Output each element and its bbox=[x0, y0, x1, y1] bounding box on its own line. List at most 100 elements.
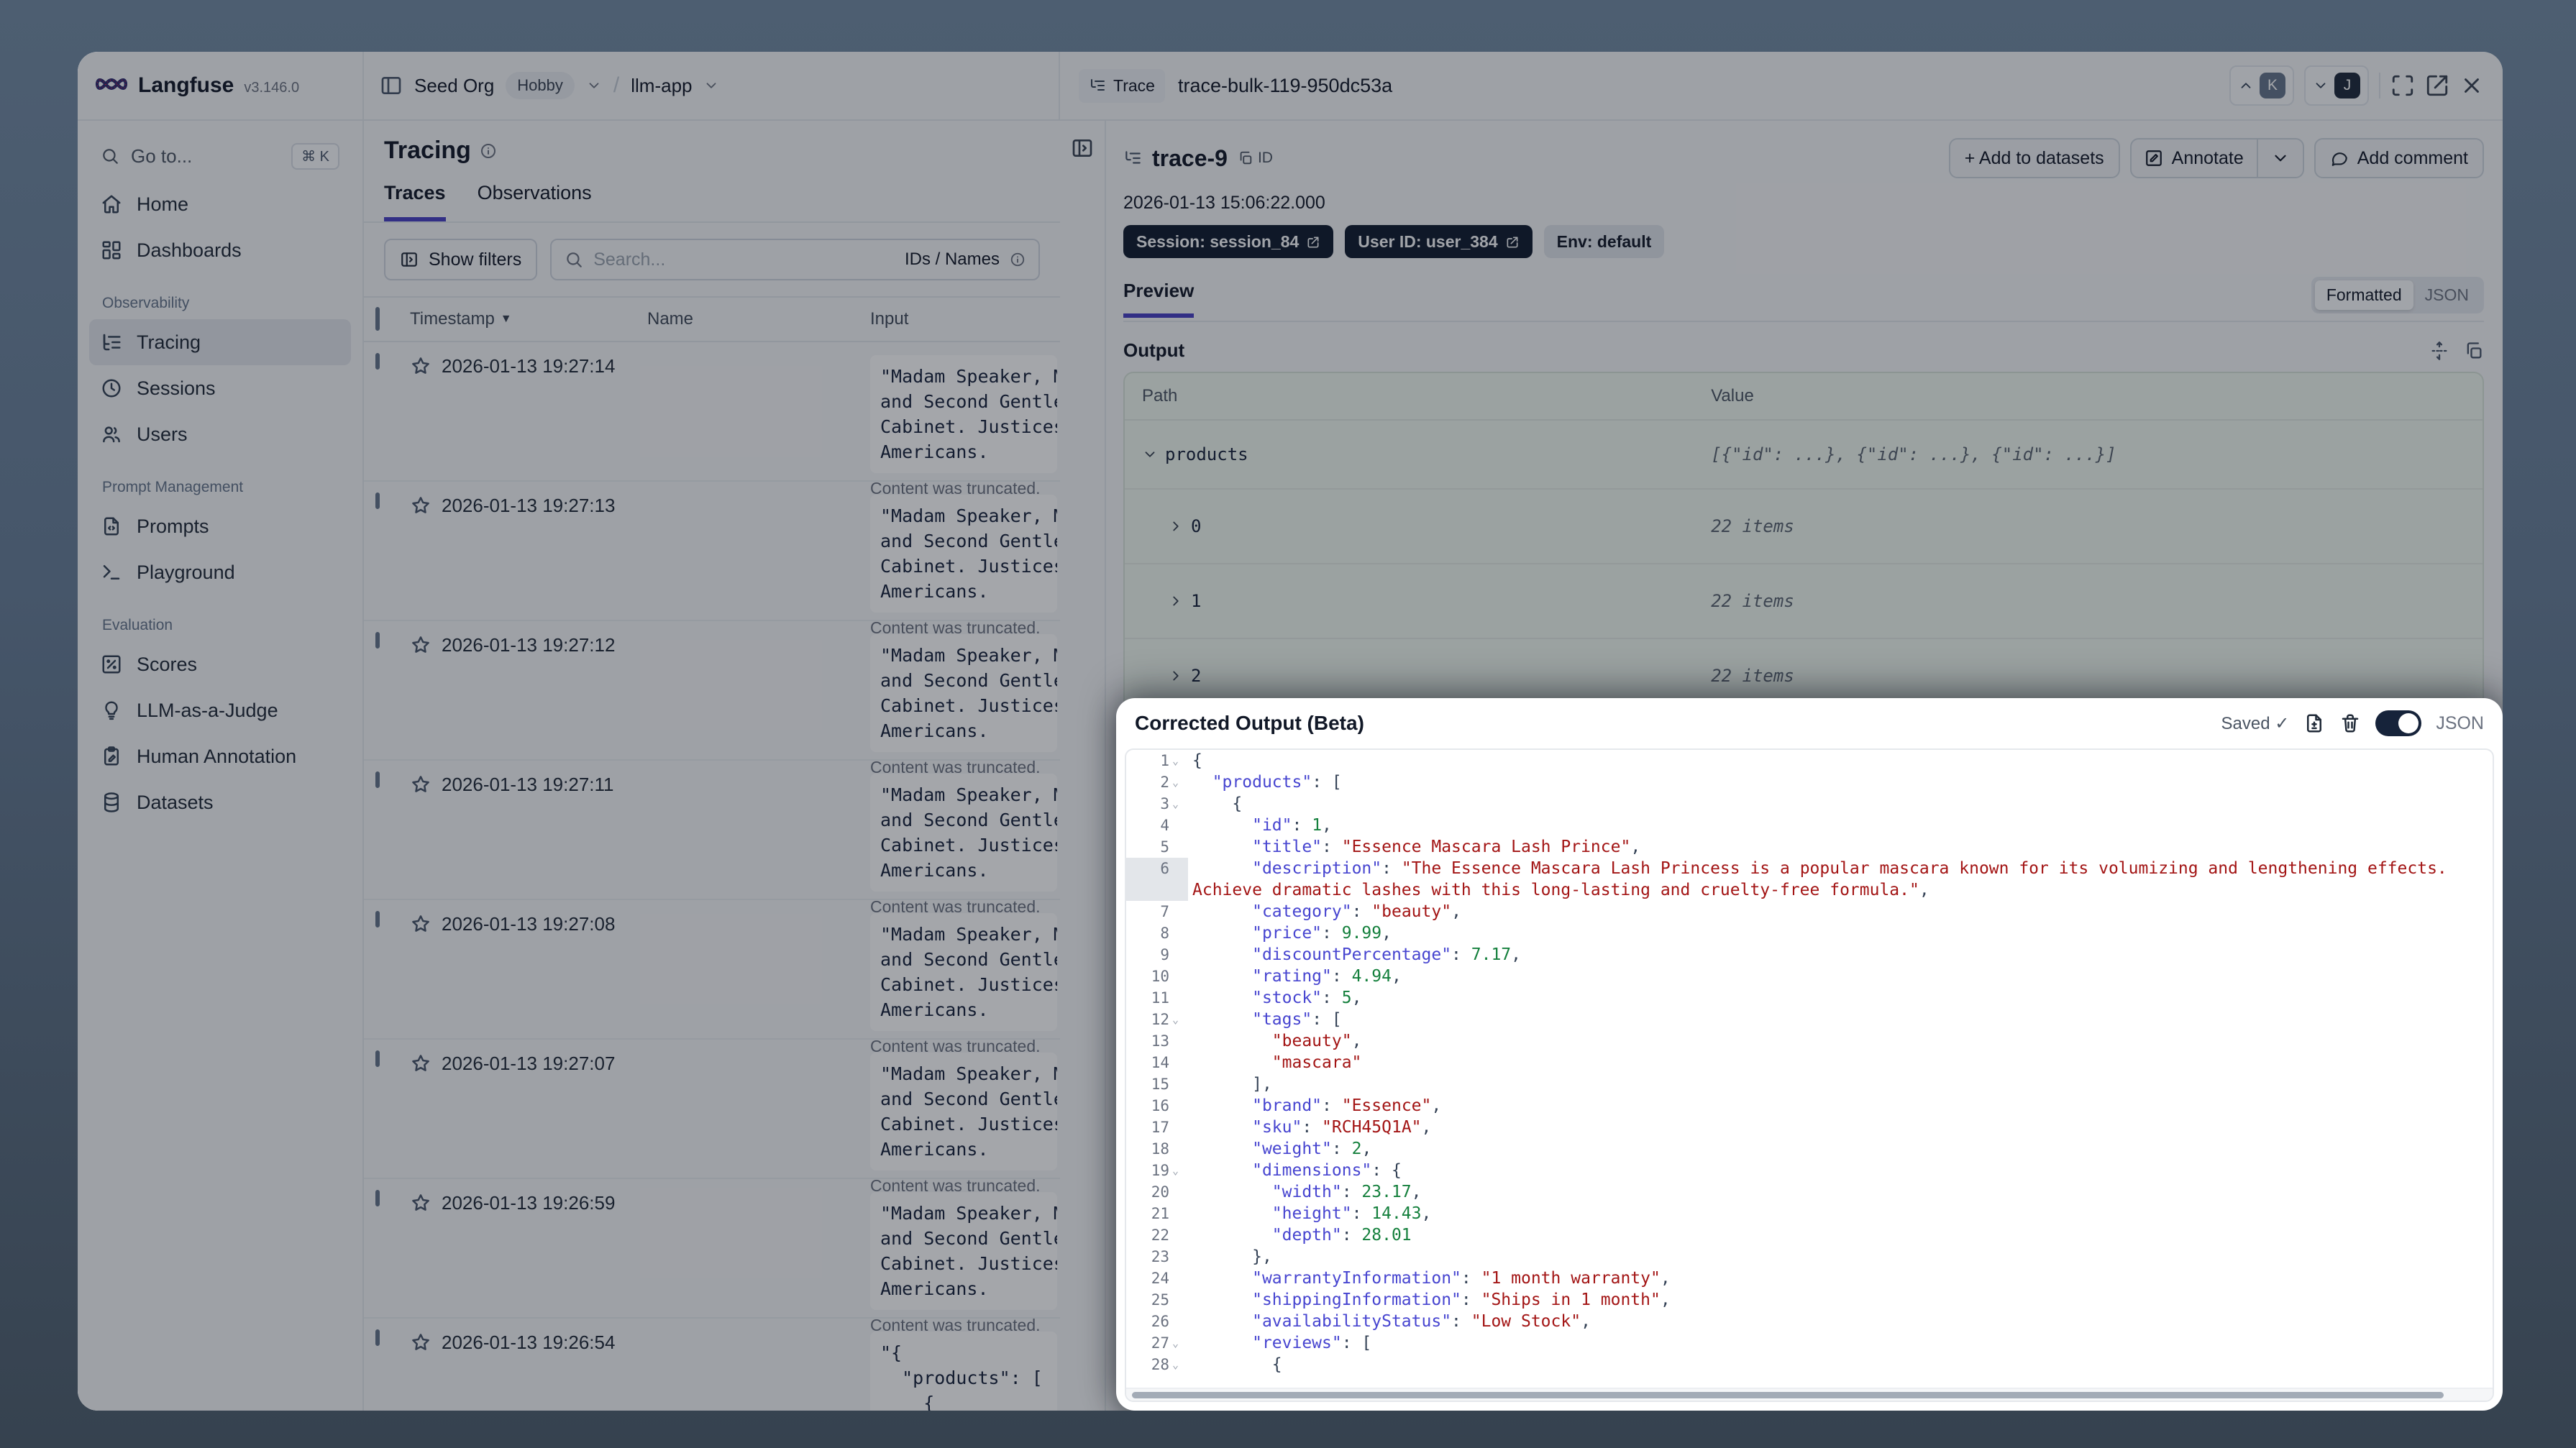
code-line[interactable]: 26 "availabilityStatus": "Low Stock", bbox=[1126, 1311, 2493, 1332]
file-plus-icon[interactable] bbox=[2303, 712, 2325, 734]
sidebar-item-human-annotation[interactable]: Human Annotation bbox=[89, 733, 351, 779]
code-line[interactable]: 13 "beauty", bbox=[1126, 1030, 2493, 1052]
project-name[interactable]: llm-app bbox=[631, 75, 692, 97]
sidebar-item-scores[interactable]: Scores bbox=[89, 641, 351, 687]
code-line[interactable]: 14 "mascara" bbox=[1126, 1052, 2493, 1073]
col-name[interactable]: Name bbox=[647, 309, 870, 329]
org-chevron-down-icon[interactable] bbox=[586, 78, 602, 93]
sidebar-item-sessions[interactable]: Sessions bbox=[89, 365, 351, 411]
next-trace-button[interactable]: J bbox=[2304, 65, 2369, 106]
output-row[interactable]: 1 22 items bbox=[1125, 564, 2483, 639]
code-line[interactable]: 25 "shippingInformation": "Ships in 1 mo… bbox=[1126, 1289, 2493, 1311]
row-checkbox[interactable] bbox=[375, 632, 380, 649]
horizontal-scrollbar[interactable] bbox=[1126, 1388, 2493, 1401]
code-line[interactable]: 7 "category": "beauty", bbox=[1126, 901, 2493, 922]
search-input[interactable]: Search... IDs / Names bbox=[550, 239, 1040, 280]
add-to-datasets-button[interactable]: + Add to datasets bbox=[1948, 138, 2120, 178]
sidebar-item-home[interactable]: Home bbox=[89, 181, 351, 227]
trash-icon[interactable] bbox=[2339, 712, 2361, 734]
code-line[interactable]: 4 "id": 1, bbox=[1126, 815, 2493, 836]
show-filters-button[interactable]: Show filters bbox=[384, 239, 538, 280]
table-row[interactable]: 2026-01-13 19:26:54 "{ "products": [ { bbox=[364, 1319, 1060, 1411]
output-row[interactable]: 0 22 items bbox=[1125, 490, 2483, 564]
add-comment-button[interactable]: Add comment bbox=[2314, 138, 2484, 178]
fold-chevron-icon[interactable]: ⌄ bbox=[1172, 1354, 1184, 1375]
col-input[interactable]: Input bbox=[870, 309, 1060, 329]
expand-panel-icon[interactable] bbox=[1071, 137, 1094, 160]
close-icon[interactable] bbox=[2459, 73, 2484, 98]
output-row[interactable]: products [{"id": ...}, {"id": ...}, {"id"… bbox=[1125, 421, 2483, 490]
project-chevron-down-icon[interactable] bbox=[703, 78, 719, 93]
search-scope-label[interactable]: IDs / Names bbox=[905, 249, 1000, 270]
sidebar-item-users[interactable]: Users bbox=[89, 411, 351, 457]
code-line[interactable]: 15 ], bbox=[1126, 1073, 2493, 1095]
sidebar-item-prompts[interactable]: Prompts bbox=[89, 503, 351, 549]
row-checkbox[interactable] bbox=[375, 1050, 380, 1067]
annotate-button[interactable]: Annotate bbox=[2132, 139, 2257, 177]
code-line[interactable]: 11 "stock": 5, bbox=[1126, 987, 2493, 1009]
select-all-checkbox[interactable] bbox=[375, 307, 380, 331]
trace-badge[interactable]: Session: session_84 bbox=[1123, 225, 1334, 258]
fold-chevron-icon[interactable]: ⌄ bbox=[1172, 1009, 1184, 1030]
format-formatted-option[interactable]: Formatted bbox=[2314, 280, 2413, 310]
table-row[interactable]: 2026-01-13 19:26:59 "Madam Speaker, Ma an… bbox=[364, 1179, 1060, 1334]
row-checkbox[interactable] bbox=[375, 1190, 380, 1206]
table-row[interactable]: 2026-01-13 19:27:13 "Madam Speaker, Ma an… bbox=[364, 482, 1060, 637]
chevron-right-icon[interactable] bbox=[1168, 593, 1184, 609]
org-name[interactable]: Seed Org bbox=[414, 75, 494, 97]
sidebar-item-llm-as-a-judge[interactable]: LLM-as-a-Judge bbox=[89, 687, 351, 733]
fold-chevron-icon[interactable]: ⌄ bbox=[1172, 1160, 1184, 1181]
sort-desc-icon[interactable]: ▼ bbox=[501, 313, 512, 326]
code-line[interactable]: 5 "title": "Essence Mascara Lash Prince"… bbox=[1126, 836, 2493, 858]
code-line[interactable]: 28 ⌄ { bbox=[1126, 1354, 2493, 1375]
chevron-down-icon[interactable] bbox=[1142, 446, 1158, 462]
code-line[interactable]: 9 "discountPercentage": 7.17, bbox=[1126, 944, 2493, 966]
code-line[interactable]: 18 "weight": 2, bbox=[1126, 1138, 2493, 1160]
chevron-right-icon[interactable] bbox=[1168, 518, 1184, 534]
fold-chevron-icon[interactable]: ⌄ bbox=[1172, 793, 1184, 815]
table-row[interactable]: 2026-01-13 19:27:12 "Madam Speaker, Ma an… bbox=[364, 621, 1060, 776]
sidebar-toggle-icon[interactable] bbox=[380, 74, 403, 97]
star-icon[interactable] bbox=[410, 913, 431, 935]
star-icon[interactable] bbox=[410, 1053, 431, 1074]
star-icon[interactable] bbox=[410, 495, 431, 516]
code-line[interactable]: 2 ⌄ "products": [ bbox=[1126, 771, 2493, 793]
code-line[interactable]: 21 "height": 14.43, bbox=[1126, 1203, 2493, 1224]
scrollbar-thumb[interactable] bbox=[1132, 1392, 2444, 1398]
fold-chevron-icon[interactable]: ⌄ bbox=[1172, 750, 1184, 771]
code-line[interactable]: 19 ⌄ "dimensions": { bbox=[1126, 1160, 2493, 1181]
row-checkbox[interactable] bbox=[375, 911, 380, 927]
star-icon[interactable] bbox=[410, 1192, 431, 1214]
tab-preview[interactable]: Preview bbox=[1123, 280, 1195, 318]
row-checkbox[interactable] bbox=[375, 353, 380, 370]
sidebar-item-playground[interactable]: Playground bbox=[89, 549, 351, 595]
code-line[interactable]: 12 ⌄ "tags": [ bbox=[1126, 1009, 2493, 1030]
code-line[interactable]: 3 ⌄ { bbox=[1126, 793, 2493, 815]
code-line[interactable]: 10 "rating": 4.94, bbox=[1126, 966, 2493, 987]
prev-trace-button[interactable]: K bbox=[2229, 65, 2294, 106]
star-icon[interactable] bbox=[410, 355, 431, 377]
sidebar-item-dashboards[interactable]: Dashboards bbox=[89, 227, 351, 273]
maximize-icon[interactable] bbox=[2390, 73, 2415, 98]
star-icon[interactable] bbox=[410, 1332, 431, 1353]
code-line[interactable]: 6 "description": "The Essence Mascara La… bbox=[1126, 858, 2493, 901]
chevron-right-icon[interactable] bbox=[1168, 668, 1184, 684]
unfold-vertical-icon[interactable] bbox=[2429, 341, 2449, 361]
row-checkbox[interactable] bbox=[375, 492, 380, 509]
code-line[interactable]: 1 ⌄{ bbox=[1126, 750, 2493, 771]
table-row[interactable]: 2026-01-13 19:27:08 "Madam Speaker, Ma an… bbox=[364, 900, 1060, 1055]
row-checkbox[interactable] bbox=[375, 771, 380, 788]
code-line[interactable]: 27 ⌄ "reviews": [ bbox=[1126, 1332, 2493, 1354]
code-line[interactable]: 16 "brand": "Essence", bbox=[1126, 1095, 2493, 1117]
sidebar-item-tracing[interactable]: Tracing bbox=[89, 319, 351, 365]
open-external-icon[interactable] bbox=[2425, 73, 2449, 98]
fold-chevron-icon[interactable]: ⌄ bbox=[1172, 771, 1184, 793]
code-line[interactable]: 8 "price": 9.99, bbox=[1126, 922, 2493, 944]
annotate-dropdown-button[interactable] bbox=[2258, 139, 2303, 177]
format-json-option[interactable]: JSON bbox=[2413, 280, 2480, 310]
goto-search[interactable]: Go to... ⌘ K bbox=[89, 135, 351, 177]
code-line[interactable]: 22 "depth": 28.01 bbox=[1126, 1224, 2493, 1246]
trace-badge[interactable]: User ID: user_384 bbox=[1345, 225, 1533, 258]
table-row[interactable]: 2026-01-13 19:27:11 "Madam Speaker, Ma an… bbox=[364, 761, 1060, 916]
json-editor[interactable]: 1 ⌄{2 ⌄ "products": [3 ⌄ {4 "id": 1, 5 "titl… bbox=[1125, 748, 2494, 1402]
